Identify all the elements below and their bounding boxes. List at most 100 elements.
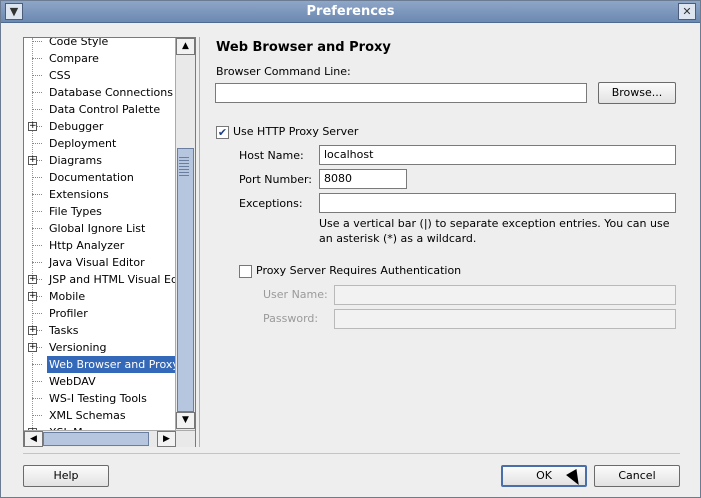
- horizontal-scroll-thumb[interactable]: [43, 432, 149, 446]
- cancel-button[interactable]: Cancel: [594, 465, 680, 487]
- tree-item[interactable]: XML Schemas: [24, 407, 175, 424]
- title-bar[interactable]: ▼ Preferences ✕: [1, 1, 700, 23]
- window-title: Preferences: [306, 4, 395, 19]
- tree-connector: [32, 313, 42, 314]
- footer-divider: [23, 453, 680, 454]
- tree-item[interactable]: + Diagrams: [24, 152, 175, 169]
- tree-connector: [32, 92, 42, 93]
- tree-item-label: Code Style: [49, 38, 109, 48]
- tree-item[interactable]: Profiler: [24, 305, 175, 322]
- tree-item[interactable]: Database Connections: [24, 84, 175, 101]
- tree-connector: [32, 364, 42, 365]
- panel-title: Web Browser and Proxy: [216, 40, 391, 55]
- password-label: Password:: [263, 312, 319, 325]
- exceptions-help-text: Use a vertical bar (|) to separate excep…: [319, 217, 670, 245]
- tree-item[interactable]: Global Ignore List: [24, 220, 175, 237]
- tree-item[interactable]: Data Control Palette: [24, 101, 175, 118]
- tree-item[interactable]: + Versioning: [24, 339, 175, 356]
- proxy-auth-checkbox[interactable]: [239, 265, 252, 278]
- tree-item-label: Mobile: [49, 290, 86, 303]
- tree-item[interactable]: WebDAV: [24, 373, 175, 390]
- tree-item-label: WebDAV: [49, 375, 96, 388]
- preferences-tree: Code Style Compare CSS Database Connections…: [23, 37, 196, 447]
- password-input[interactable]: [334, 309, 676, 329]
- tree-connector: [32, 398, 42, 399]
- tree-item-label: JSP and HTML Visual Edit: [49, 273, 175, 286]
- tree-connector: [32, 143, 42, 144]
- port-number-input[interactable]: 8080: [319, 169, 407, 189]
- scroll-grip-icon: [179, 156, 189, 176]
- tree-connector: [32, 75, 42, 76]
- close-button[interactable]: ✕: [678, 3, 696, 20]
- tree-connector: [32, 109, 42, 110]
- browser-command-label: Browser Command Line:: [216, 65, 351, 78]
- help-button[interactable]: Help: [23, 465, 109, 487]
- scroll-up-icon[interactable]: ▲: [176, 38, 195, 55]
- tree-item-label: CSS: [49, 69, 71, 82]
- expand-icon[interactable]: +: [28, 275, 37, 284]
- browse-button[interactable]: Browse...: [598, 82, 676, 104]
- tree-item[interactable]: WS-I Testing Tools: [24, 390, 175, 407]
- tree-connector: [32, 381, 42, 382]
- port-number-label: Port Number:: [239, 173, 313, 186]
- tree-horizontal-scrollbar[interactable]: ◀ ▶: [24, 430, 195, 447]
- tree-item-label: Debugger: [49, 120, 104, 133]
- tree-item-label: Java Visual Editor: [49, 256, 145, 269]
- tree-item[interactable]: Code Style: [24, 38, 175, 50]
- tree-connector: [32, 41, 42, 42]
- tree-vertical-scrollbar[interactable]: ▲ ▼: [175, 38, 195, 430]
- tree-item-label: File Types: [49, 205, 102, 218]
- expand-icon[interactable]: +: [28, 343, 37, 352]
- tree-item-label: Database Connections: [49, 86, 173, 99]
- tree-item-label: WS-I Testing Tools: [49, 392, 147, 405]
- vertical-scroll-thumb[interactable]: [177, 148, 194, 412]
- host-name-label: Host Name:: [239, 149, 304, 162]
- tree-item-label: Http Analyzer: [49, 239, 125, 252]
- expand-icon[interactable]: +: [28, 156, 37, 165]
- expand-icon[interactable]: +: [28, 122, 37, 131]
- exceptions-label: Exceptions:: [239, 197, 303, 210]
- tree-connector: [32, 415, 42, 416]
- tree-item-label: Compare: [49, 52, 99, 65]
- tree-connector: [32, 228, 42, 229]
- proxy-auth-label: Proxy Server Requires Authentication: [256, 264, 462, 277]
- user-name-label: User Name:: [263, 288, 328, 301]
- tree-item[interactable]: Web Browser and Proxy: [24, 356, 175, 373]
- tree-item[interactable]: + Tasks: [24, 322, 175, 339]
- tree-item[interactable]: + Debugger: [24, 118, 175, 135]
- tree-item[interactable]: File Types: [24, 203, 175, 220]
- tree-item[interactable]: CSS: [24, 67, 175, 84]
- tree-connector: [32, 194, 42, 195]
- scroll-left-icon[interactable]: ◀: [24, 431, 43, 447]
- scroll-down-icon[interactable]: ▼: [176, 412, 195, 429]
- tree-item[interactable]: + JSP and HTML Visual Edit: [24, 271, 175, 288]
- tree-connector: [32, 177, 42, 178]
- tree-item-label: Profiler: [49, 307, 88, 320]
- tree-item-label: XML Schemas: [49, 409, 126, 422]
- tree-item[interactable]: Compare: [24, 50, 175, 67]
- preferences-dialog: ▼ Preferences ✕ Code Style Compare CSS Data…: [0, 0, 701, 498]
- tree-connector: [32, 245, 42, 246]
- tree-item[interactable]: + Mobile: [24, 288, 175, 305]
- scroll-right-icon[interactable]: ▶: [157, 431, 176, 447]
- tree-item-label: Global Ignore List: [49, 222, 146, 235]
- tree-item-label: Deployment: [49, 137, 117, 150]
- tree-item[interactable]: Deployment: [24, 135, 175, 152]
- use-proxy-checkbox[interactable]: ✔: [216, 126, 229, 139]
- tree-item[interactable]: Java Visual Editor: [24, 254, 175, 271]
- tree-item-label: Versioning: [49, 341, 107, 354]
- tree-item-label: Extensions: [49, 188, 109, 201]
- tree-item[interactable]: Extensions: [24, 186, 175, 203]
- expand-icon[interactable]: +: [28, 292, 37, 301]
- tree-connector: [32, 58, 42, 59]
- tree-item[interactable]: Documentation: [24, 169, 175, 186]
- tree-item[interactable]: Http Analyzer: [24, 237, 175, 254]
- tree-connector: [32, 211, 42, 212]
- panel-divider: [199, 37, 200, 447]
- expand-icon[interactable]: +: [28, 326, 37, 335]
- exceptions-input[interactable]: [319, 193, 676, 213]
- host-name-input[interactable]: localhost: [319, 145, 676, 165]
- tree-item-label: Tasks: [49, 324, 79, 337]
- browser-command-input[interactable]: [215, 83, 587, 103]
- user-name-input[interactable]: [334, 285, 676, 305]
